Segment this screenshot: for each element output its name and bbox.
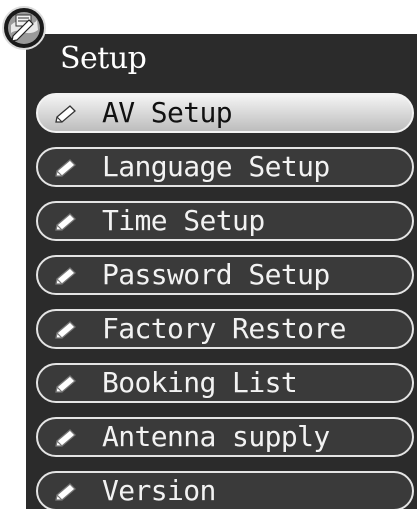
menu-item-label: Time Setup [102,204,265,237]
menu-item-version[interactable]: Version [36,471,414,509]
menu-item-booking-list[interactable]: Booking List [36,363,414,403]
menu-item-antenna-supply[interactable]: Antenna supply [36,417,414,457]
menu-item-language-setup[interactable]: Language Setup [36,147,414,187]
menu-item-label: Antenna supply [102,420,330,453]
pencil-icon [55,159,76,177]
pencil-icon [55,483,76,501]
setup-globe-icon [2,6,46,50]
menu-item-label: Version [102,474,216,507]
menu-item-label: Language Setup [102,150,330,183]
pencil-icon [55,375,76,393]
menu-item-factory-restore[interactable]: Factory Restore [36,309,414,349]
menu-item-label: AV Setup [102,96,233,129]
setup-screen: Setup AV Setup Language Setup Time Setup [0,0,417,509]
menu-item-label: Factory Restore [102,312,346,345]
pencil-icon [55,321,76,339]
menu-item-time-setup[interactable]: Time Setup [36,201,414,241]
menu-item-label: Password Setup [102,258,330,291]
menu-item-label: Booking List [102,366,298,399]
pencil-icon [55,429,76,447]
pencil-icon [55,213,76,231]
pencil-icon [55,267,76,285]
pencil-icon [55,105,76,123]
menu-item-password-setup[interactable]: Password Setup [36,255,414,295]
setup-menu-list: AV Setup Language Setup Time Setup Passw… [36,93,414,509]
menu-item-av-setup[interactable]: AV Setup [36,93,414,133]
page-title: Setup [60,41,147,76]
